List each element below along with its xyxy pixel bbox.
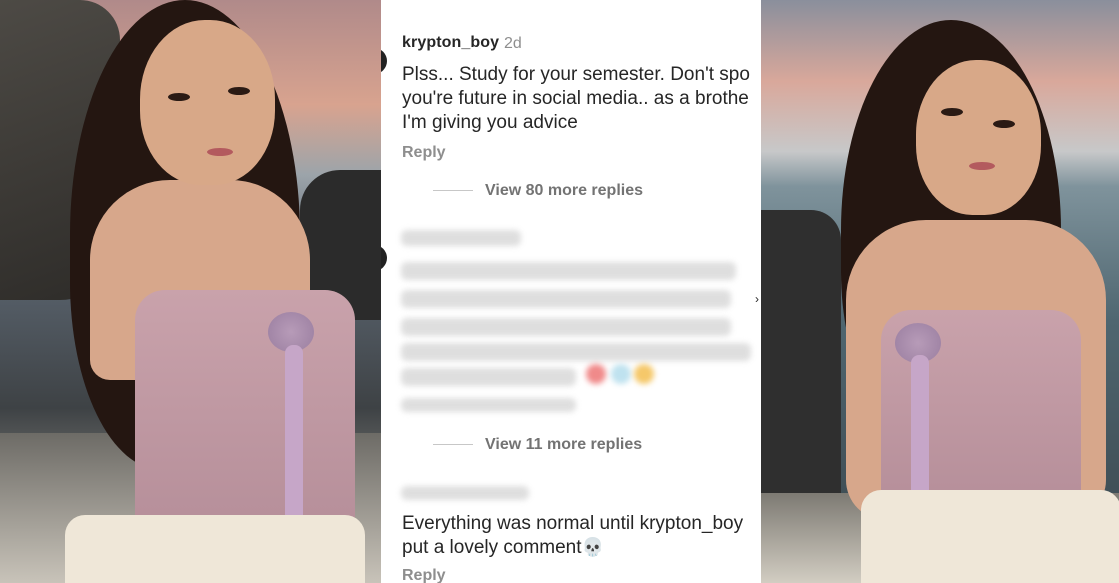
blurred-text <box>401 368 576 386</box>
blurred-text <box>401 290 731 308</box>
divider <box>433 190 473 192</box>
comments-panel: krypton_boy 2d Plss... Study for your se… <box>381 0 761 583</box>
blurred-meta <box>401 398 576 412</box>
reply-button[interactable]: Reply <box>402 144 446 162</box>
comment-text-line: Plss... Study for your semester. Don't s… <box>402 64 750 85</box>
blurred-text <box>401 318 731 336</box>
comment-text-fragment: put a lovely comment <box>402 537 582 558</box>
view-more-label: View 80 more replies <box>485 182 644 199</box>
blurred-emoji <box>586 364 606 384</box>
divider <box>433 444 473 446</box>
blurred-text <box>401 262 736 280</box>
avatar[interactable] <box>381 48 387 74</box>
blurred-emoji <box>611 364 631 384</box>
view-more-label: View 11 more replies <box>485 436 643 453</box>
blurred-emoji <box>634 364 654 384</box>
reply-button[interactable]: Reply <box>402 567 446 583</box>
blurred-username <box>401 486 529 500</box>
comment-text-line: you're future in social media.. as a bro… <box>402 88 749 109</box>
woman-figure <box>821 20 1119 583</box>
comment-username[interactable]: krypton_boy <box>402 34 499 52</box>
right-photo <box>761 0 1119 583</box>
view-more-replies-button[interactable]: View 80 more replies <box>433 182 643 200</box>
chevron-right-icon[interactable]: › <box>755 292 759 306</box>
left-photo <box>0 0 381 583</box>
blurred-username <box>401 230 521 246</box>
comment-text-line: put a lovely comment💀 <box>402 536 761 560</box>
skull-icon: 💀 <box>581 537 604 558</box>
avatar[interactable] <box>381 245 387 271</box>
comment-time: 2d <box>504 35 522 52</box>
comment-text-line: I'm giving you advice <box>402 112 578 133</box>
comment-text-line: Everything was normal until krypton_boy <box>402 513 744 534</box>
view-more-replies-button[interactable]: View 11 more replies <box>433 436 642 454</box>
blurred-text <box>401 343 751 361</box>
woman-figure <box>40 0 365 583</box>
